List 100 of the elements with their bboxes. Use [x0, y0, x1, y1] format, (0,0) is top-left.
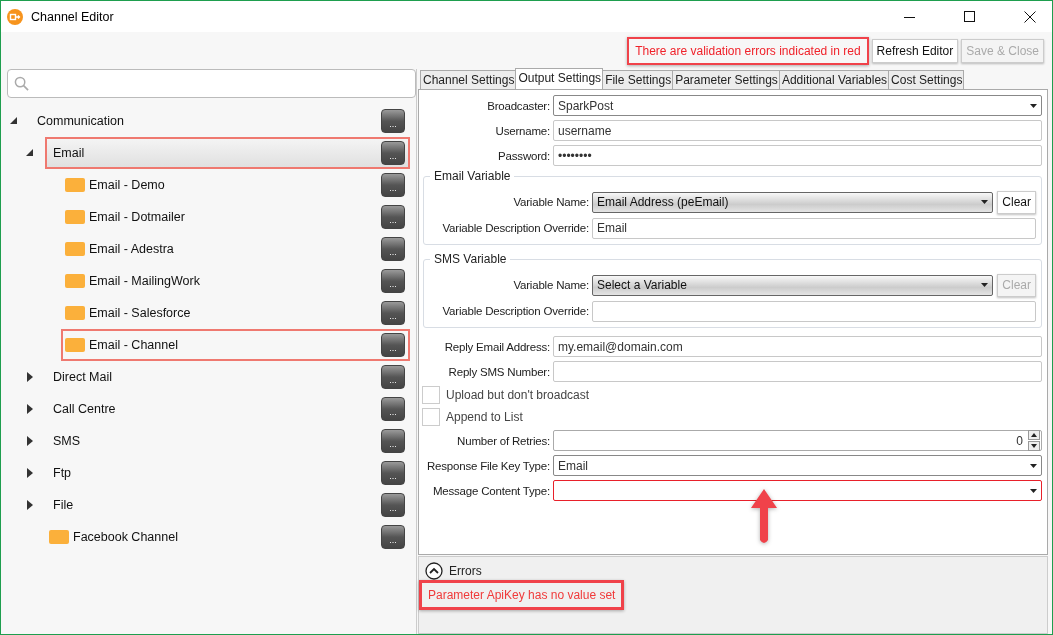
input-field[interactable]	[592, 300, 1036, 322]
folder-icon	[65, 209, 85, 225]
tab[interactable]: Additional Variables	[778, 70, 890, 89]
field-label: Reply Email Address:	[443, 340, 551, 353]
more-button[interactable]: ...	[381, 333, 405, 357]
tree-item[interactable]: Email - MailingWork ...	[61, 265, 410, 297]
tree-item[interactable]: Email - Channel ...	[61, 329, 410, 361]
error-message: Parameter ApiKey has no value set	[419, 580, 625, 611]
toolbar-button[interactable]: Refresh Editor	[871, 38, 959, 63]
checkbox[interactable]	[422, 386, 440, 404]
expand-icon[interactable]	[25, 436, 34, 446]
caret-icon	[981, 283, 989, 287]
more-button[interactable]: ...	[381, 237, 405, 261]
collapse-icon[interactable]	[25, 148, 34, 158]
input-field[interactable]: Email	[592, 217, 1036, 239]
tab[interactable]: File Settings	[602, 70, 674, 89]
checkbox-label: Append to List	[446, 410, 523, 424]
input-field[interactable]	[553, 361, 1042, 382]
group-title: Email Variable	[430, 169, 515, 183]
dropdown[interactable]: Email Address (peEmail)	[592, 191, 994, 213]
collapse-icon[interactable]	[425, 562, 443, 581]
more-button[interactable]: ...	[381, 461, 405, 485]
tree-label: Email - Dotmailer	[89, 210, 186, 224]
expand-icon[interactable]	[25, 468, 34, 478]
tab[interactable]: Output Settings	[515, 68, 604, 89]
field-label: Variable Name:	[512, 279, 590, 291]
tree-label: Email - Channel	[89, 338, 179, 352]
field-label: Response File Key Type:	[425, 459, 551, 472]
tree-item[interactable]: Email - Dotmailer ...	[61, 201, 410, 233]
tree-label: Ftp	[52, 466, 73, 480]
close-icon[interactable]	[1024, 10, 1036, 23]
expand-icon[interactable]	[25, 404, 34, 414]
caret-icon	[1030, 488, 1037, 493]
tree-item[interactable]: File ...	[45, 489, 410, 521]
window-title: Channel Editor	[31, 9, 114, 24]
more-button[interactable]: ...	[381, 365, 405, 389]
folder-icon	[65, 337, 85, 353]
tree-item[interactable]: Facebook Channel ...	[45, 521, 410, 553]
more-button[interactable]: ...	[381, 173, 405, 197]
tree-label: Email - Demo	[89, 178, 166, 192]
folder-icon	[65, 305, 85, 321]
more-button[interactable]: ...	[381, 525, 405, 549]
checkbox[interactable]	[422, 408, 440, 426]
app-icon	[7, 8, 23, 25]
collapse-icon[interactable]	[9, 116, 18, 126]
clear-button[interactable]: Clear	[997, 190, 1036, 214]
dropdown[interactable]: Select a Variable	[592, 274, 994, 296]
tree-label: Email - MailingWork	[89, 274, 201, 288]
tree-item[interactable]: Email ...	[45, 137, 410, 169]
tree-item[interactable]: Ftp ...	[45, 457, 410, 489]
more-button[interactable]: ...	[381, 205, 405, 229]
expand-icon[interactable]	[25, 372, 34, 382]
tab[interactable]: Parameter Settings	[672, 70, 780, 89]
folder-icon	[65, 241, 85, 257]
caret-icon	[1030, 103, 1037, 108]
more-button[interactable]: ...	[381, 397, 405, 421]
input-field[interactable]: my.email@domain.com	[553, 336, 1042, 357]
more-button[interactable]: ...	[381, 269, 405, 293]
field-label: Variable Description Override:	[441, 222, 590, 234]
tab[interactable]: Channel Settings	[420, 70, 517, 89]
field-label: Broadcaster:	[486, 99, 551, 112]
spinner-arrows-icon[interactable]	[1028, 430, 1040, 451]
input-field[interactable]: username	[553, 120, 1042, 141]
folder-icon	[49, 529, 69, 545]
tree-item[interactable]: Email - Adestra ...	[61, 233, 410, 265]
errors-title: Errors	[449, 564, 482, 579]
dropdown[interactable]	[553, 480, 1042, 501]
tree-label: Email - Salesforce	[89, 306, 192, 320]
tree-label: File	[52, 498, 75, 512]
tree-item[interactable]: Email - Demo ...	[61, 169, 410, 201]
tab[interactable]: Cost Settings	[888, 70, 965, 89]
dropdown[interactable]: SparkPost	[553, 95, 1042, 116]
maximize-icon[interactable]	[964, 10, 976, 23]
more-button[interactable]: ...	[381, 429, 405, 453]
tree-item[interactable]: Direct Mail ...	[45, 361, 410, 393]
tree-label: Facebook Channel	[73, 530, 179, 544]
tree-item[interactable]: Communication ...	[29, 105, 410, 137]
more-button[interactable]: ...	[381, 141, 405, 165]
field-label: Message Content Type:	[431, 484, 551, 497]
tree-label: Email	[52, 146, 86, 160]
number-field[interactable]: 0	[553, 430, 1042, 451]
field-label: Reply SMS Number:	[447, 365, 551, 378]
tree-label: Direct Mail	[52, 370, 114, 384]
tree-item[interactable]: Call Centre ...	[45, 393, 410, 425]
more-button[interactable]: ...	[381, 109, 405, 133]
search-field[interactable]	[7, 69, 416, 98]
field-label: Number of Retries:	[456, 434, 551, 447]
tree-label: SMS	[52, 434, 82, 448]
checkbox-label: Upload but don't broadcast	[446, 388, 590, 402]
expand-icon[interactable]	[25, 500, 34, 510]
tree-label: Communication	[36, 114, 125, 128]
more-button[interactable]: ...	[381, 493, 405, 517]
dropdown[interactable]: Email	[553, 455, 1042, 476]
tree-label: Email - Adestra	[89, 242, 175, 256]
more-button[interactable]: ...	[381, 301, 405, 325]
search-icon	[14, 76, 29, 91]
field-label: Variable Description Override:	[441, 305, 590, 317]
tree-item[interactable]: Email - Salesforce ...	[61, 297, 410, 329]
tree-item[interactable]: SMS ...	[45, 425, 410, 457]
input-field[interactable]: ••••••••	[553, 145, 1042, 166]
